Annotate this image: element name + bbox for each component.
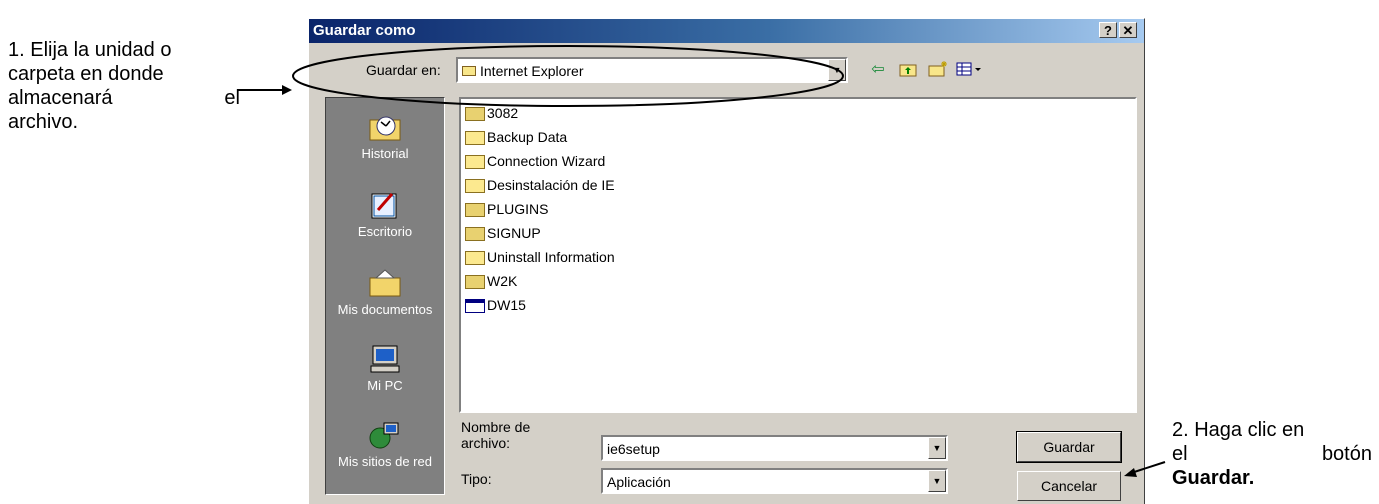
- file-list-item[interactable]: Connection Wizard: [465, 149, 605, 173]
- desktop-icon: [368, 190, 402, 220]
- file-name: 3082: [487, 105, 519, 121]
- file-list-item[interactable]: W2K: [465, 269, 517, 293]
- file-type-value: Aplicación: [607, 474, 671, 490]
- place-label: Historial: [361, 146, 409, 161]
- my-documents-icon: [368, 268, 402, 298]
- file-name: Connection Wizard: [487, 153, 606, 169]
- annotation-word: el: [224, 87, 240, 109]
- dialog-title: Guardar como: [313, 22, 416, 39]
- place-my-computer[interactable]: Mi PC: [326, 344, 444, 393]
- up-folder-icon[interactable]: [897, 60, 919, 80]
- folder-icon: [465, 107, 485, 122]
- file-name: W2K: [487, 273, 518, 289]
- place-label: Escritorio: [357, 224, 413, 239]
- callout-arrowhead: [282, 85, 292, 95]
- annotation-line: 2. Haga clic en: [1172, 419, 1305, 441]
- filename-label-line: Nombre de: [461, 419, 531, 435]
- folder-icon: [465, 131, 485, 146]
- annotation-line: almacenará el: [8, 86, 240, 110]
- file-list[interactable]: 3082 Backup Data Connection Wizard Desinsta…: [459, 97, 1137, 413]
- file-list-item[interactable]: Desinstalación de IE: [465, 173, 615, 197]
- save-in-value: Internet Explorer: [480, 63, 584, 79]
- application-icon: [465, 299, 485, 314]
- network-icon: [368, 420, 402, 450]
- annotation-line: el botón: [1172, 442, 1372, 466]
- annotation-click-save: 2. Haga clic en el botón Guardar.: [1172, 418, 1372, 490]
- filename-combobox[interactable]: ie6setup ▼: [601, 435, 948, 461]
- file-list-item[interactable]: PLUGINS: [465, 197, 548, 221]
- file-list-item[interactable]: Uninstall Information: [465, 245, 615, 269]
- folder-icon: [465, 179, 485, 194]
- cancel-button[interactable]: Cancelar: [1017, 471, 1121, 501]
- file-name: Uninstall Information: [487, 249, 615, 265]
- file-list-item[interactable]: 3082: [465, 101, 518, 125]
- chevron-down-icon[interactable]: ▼: [828, 59, 846, 81]
- file-name: PLUGINS: [487, 201, 549, 217]
- file-type-select[interactable]: Aplicación ▼: [601, 468, 948, 494]
- annotation-word: almacenará: [8, 87, 113, 109]
- places-bar: Historial Escritorio Mis documentos Mi P…: [325, 97, 445, 495]
- folder-icon: [465, 155, 485, 170]
- place-label: Mis documentos: [337, 302, 433, 317]
- filename-label-line: archivo:: [461, 435, 511, 451]
- help-button[interactable]: ?: [1099, 22, 1117, 38]
- place-network[interactable]: Mis sitios de red: [326, 420, 444, 469]
- annotation-line: carpeta en donde: [8, 63, 164, 85]
- place-label: Mi PC: [367, 378, 403, 393]
- annotation-line: archivo.: [8, 111, 79, 133]
- save-as-dialog: Guardar como ? ✕ Guardar en: Internet Ex…: [308, 18, 1145, 504]
- place-label: Mis sitios de red: [338, 454, 432, 469]
- annotation-word: el: [1172, 443, 1188, 465]
- folder-icon: [465, 275, 485, 290]
- folder-icon: [465, 203, 485, 218]
- my-computer-icon: [368, 344, 402, 374]
- place-history[interactable]: Historial: [326, 112, 444, 161]
- folder-icon: [462, 66, 476, 76]
- type-label: Tipo:: [461, 471, 492, 487]
- place-desktop[interactable]: Escritorio: [326, 190, 444, 239]
- save-in-dropdown[interactable]: Internet Explorer ▼: [456, 57, 848, 83]
- file-name: Desinstalación de IE: [487, 177, 615, 193]
- chevron-down-icon[interactable]: ▼: [928, 470, 946, 492]
- file-list-item[interactable]: SIGNUP: [465, 221, 541, 245]
- title-bar: Guardar como ? ✕: [309, 19, 1144, 43]
- annotation-select-folder: 1. Elija la unidad o carpeta en donde al…: [8, 38, 240, 134]
- place-my-documents[interactable]: Mis documentos: [326, 268, 444, 317]
- view-menu-icon[interactable]: [955, 60, 983, 80]
- save-button[interactable]: Guardar: [1016, 431, 1122, 463]
- filename-label: Nombre de archivo:: [461, 419, 530, 451]
- close-button[interactable]: ✕: [1119, 22, 1137, 38]
- annotation-line: 1. Elija la unidad o: [8, 39, 172, 61]
- file-list-item[interactable]: DW15: [465, 293, 526, 317]
- file-name: SIGNUP: [487, 225, 541, 241]
- folder-icon: [465, 227, 485, 242]
- annotation-word: botón: [1321, 443, 1372, 465]
- save-in-label: Guardar en:: [366, 62, 441, 78]
- annotation-bold: Guardar.: [1172, 467, 1255, 489]
- back-icon[interactable]: ⇦: [867, 60, 889, 80]
- chevron-down-icon[interactable]: ▼: [928, 437, 946, 459]
- new-folder-icon[interactable]: [927, 60, 949, 80]
- filename-value: ie6setup: [607, 441, 660, 457]
- file-list-item[interactable]: Backup Data: [465, 125, 567, 149]
- file-name: DW15: [487, 297, 526, 313]
- folder-icon: [465, 251, 485, 266]
- file-name: Backup Data: [487, 129, 568, 145]
- history-icon: [368, 112, 402, 142]
